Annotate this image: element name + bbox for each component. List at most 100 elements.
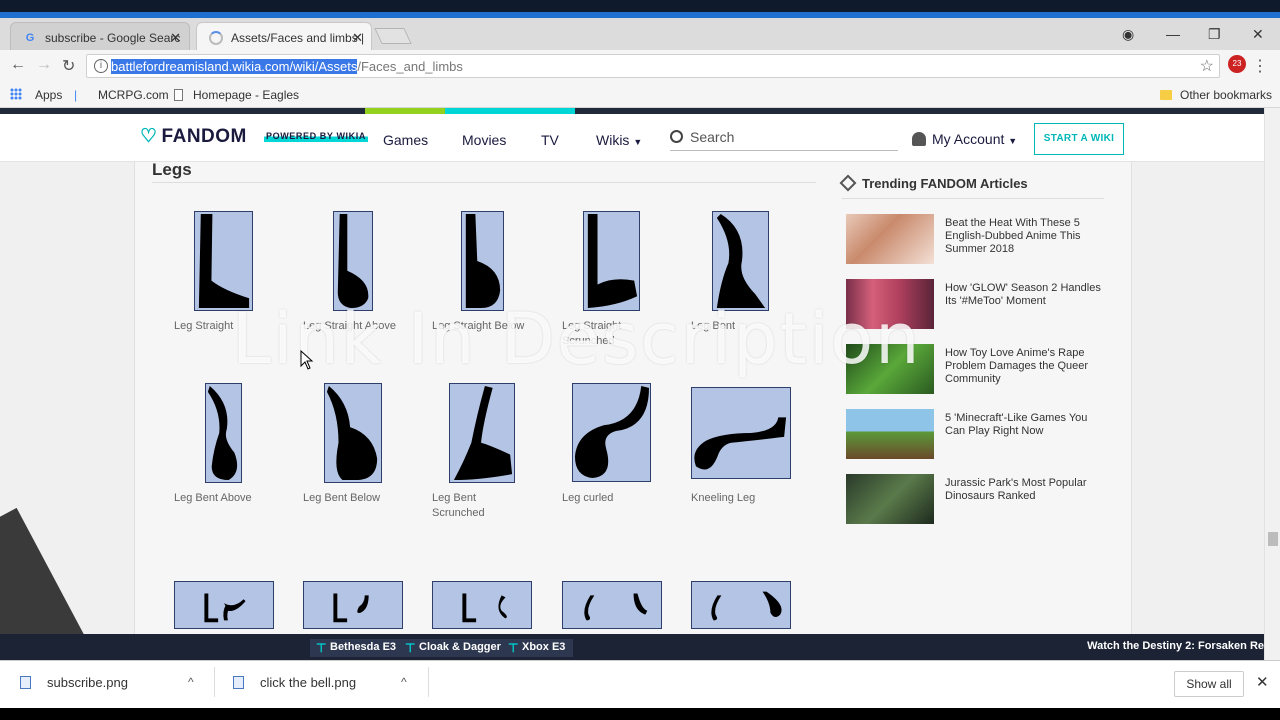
kneeling-leg-image[interactable] xyxy=(691,387,791,479)
leg-curled-image[interactable] xyxy=(572,383,651,482)
leg-bent-image[interactable] xyxy=(712,211,769,311)
start-a-wiki-button[interactable]: START A WIKI xyxy=(1034,123,1124,155)
section-title: Legs xyxy=(152,160,192,179)
leg-bent-above-image[interactable] xyxy=(205,383,242,483)
nav-wikis[interactable]: Wikis ▼ xyxy=(596,132,642,148)
url-rest-text: /Faces_and_limbs xyxy=(357,59,463,74)
search-input[interactable]: Search xyxy=(670,129,898,151)
kneeling-leg-caption: Kneeling Leg xyxy=(691,492,756,504)
hub-xbox-e3[interactable]: ⊤ Xbox E3 xyxy=(502,639,574,657)
close-window-icon[interactable]: ✕ xyxy=(1252,26,1264,43)
page-scrollbar[interactable] xyxy=(1264,108,1280,660)
hub-bethesda-e3[interactable]: ⊤ Bethesda E3 xyxy=(310,639,405,657)
leg-bent-above-caption: Leg Bent Above xyxy=(174,492,252,504)
trending-article-5-title[interactable]: Jurassic Park's Most Popular Dinosaurs R… xyxy=(945,477,1105,503)
page-icon xyxy=(174,89,183,101)
leg-straight-image[interactable] xyxy=(194,211,253,311)
new-tab-button[interactable] xyxy=(374,28,412,44)
bookmark-eagles-label: Homepage - Eagles xyxy=(193,88,300,102)
bookmark-mcrpg[interactable]: MCRPG.com xyxy=(98,88,169,102)
image-file-icon xyxy=(233,676,244,689)
profile-icon[interactable]: ◉ xyxy=(1122,26,1134,43)
close-downloads-icon[interactable]: ✕ xyxy=(1256,673,1269,691)
leg-pair-image-1[interactable] xyxy=(174,581,274,629)
leg-straight-below-image[interactable] xyxy=(461,211,504,311)
window-top-strip xyxy=(0,0,1280,18)
hub-cloak-dagger[interactable]: ⊤ Cloak & Dagger xyxy=(399,639,509,657)
apps-grid-icon xyxy=(10,88,22,100)
tv-icon: ⊤ xyxy=(316,641,327,655)
leg-pair-image-3[interactable] xyxy=(432,581,532,629)
trending-article-4-title[interactable]: 5 'Minecraft'-Like Games You Can Play Ri… xyxy=(945,412,1105,438)
tab-title: Assets/Faces and limbs | xyxy=(231,31,365,45)
fandom-hub-bar: ⊤ Bethesda E3 ⊤ Cloak & Dagger ⊤ Xbox E3 Wa… xyxy=(0,634,1264,660)
trending-article-1-image[interactable] xyxy=(846,214,934,264)
leg-bent-scrunched-image[interactable] xyxy=(449,383,515,483)
nav-movies[interactable]: Movies xyxy=(462,132,506,148)
close-tab-icon[interactable]: ✕ xyxy=(352,30,363,46)
close-tab-icon[interactable]: ✕ xyxy=(170,30,181,46)
minimize-icon[interactable]: — xyxy=(1166,26,1180,42)
leg-straight-caption: Leg Straight xyxy=(174,320,234,332)
bookmark-star-icon[interactable]: ☆ xyxy=(1200,56,1214,76)
fandom-logo[interactable]: ♡ FANDOM xyxy=(140,125,247,148)
tab-google-search[interactable]: G subscribe - Google Searc ✕ xyxy=(10,22,190,50)
back-icon[interactable]: ← xyxy=(10,56,26,74)
separator-icon: | xyxy=(74,88,78,102)
other-bookmarks[interactable]: Other bookmarks xyxy=(1160,88,1272,102)
video-overlay-text: Link In Description xyxy=(232,298,922,380)
bookmark-apps[interactable]: Apps xyxy=(35,88,62,102)
search-icon xyxy=(670,130,683,143)
info-icon[interactable]: i xyxy=(94,59,108,73)
leg-bent-below-caption: Leg Bent Below xyxy=(303,492,381,504)
page-viewport: ♡ FANDOM POWERED BY WIKIA Games Movies TV… xyxy=(0,108,1280,660)
my-account-menu[interactable]: My Account ▼ xyxy=(912,131,1017,147)
download-item-click-the-bell[interactable]: click the bell.png ^ xyxy=(233,675,407,690)
leg-pair-image-4[interactable] xyxy=(562,581,662,629)
show-all-button[interactable]: Show all xyxy=(1174,671,1244,697)
loading-icon xyxy=(209,31,223,45)
menu-icon[interactable]: ⋮ xyxy=(1252,56,1268,76)
leg-bent-below-image[interactable] xyxy=(324,383,382,483)
section-divider xyxy=(152,182,816,183)
user-icon xyxy=(912,132,926,146)
fandom-diamond-icon xyxy=(839,174,857,192)
scrollbar-thumb[interactable] xyxy=(1268,532,1278,546)
chevron-up-icon[interactable]: ^ xyxy=(401,675,407,689)
leg-straight-scrunched-image[interactable] xyxy=(583,211,640,311)
download-item-subscribe[interactable]: subscribe.png ^ xyxy=(20,675,194,690)
restore-icon[interactable]: ❐ xyxy=(1208,26,1221,43)
trending-divider xyxy=(842,198,1104,199)
fandom-heart-icon: ♡ xyxy=(140,126,158,147)
tv-icon: ⊤ xyxy=(405,641,416,655)
nav-games[interactable]: Games xyxy=(383,132,428,148)
leg-curled-caption: Leg curled xyxy=(562,492,614,504)
leg-bent-scrunched-caption: Leg Bent Scrunched xyxy=(432,492,485,519)
leg-straight-above-image[interactable] xyxy=(333,211,373,311)
trending-article-1-title[interactable]: Beat the Heat With These 5 English-Dubbe… xyxy=(945,217,1105,256)
trending-article-4-image[interactable] xyxy=(846,409,934,459)
chevron-up-icon[interactable]: ^ xyxy=(188,675,194,689)
powered-by-wikia: POWERED BY WIKIA xyxy=(264,130,368,142)
bottom-strip xyxy=(0,708,1280,720)
address-bar: ← → ↻ i battlefordreamisland.wikia.com/w… xyxy=(0,50,1280,82)
bookmark-eagles[interactable]: Homepage - Eagles xyxy=(174,88,299,102)
extension-badge[interactable]: 23 xyxy=(1228,55,1246,73)
reload-icon[interactable]: ↻ xyxy=(62,56,75,76)
tab-bar: G subscribe - Google Searc ✕ Assets/Face… xyxy=(0,18,1280,50)
trending-article-5-image[interactable] xyxy=(846,474,934,524)
trending-article-3-title[interactable]: How Toy Love Anime's Rape Problem Damage… xyxy=(945,347,1105,386)
leg-pair-image-5[interactable] xyxy=(691,581,791,629)
background-left xyxy=(0,162,134,660)
tab-assets[interactable]: Assets/Faces and limbs | ✕ xyxy=(196,22,372,50)
trending-title: Trending FANDOM Articles xyxy=(839,174,1028,192)
hub-promo-text[interactable]: Watch the Destiny 2: Forsaken Re xyxy=(1087,640,1264,652)
url-selected-text: battlefordreamisland.wikia.com/wiki/Asse… xyxy=(111,59,358,74)
nav-tv[interactable]: TV xyxy=(541,132,559,148)
forward-icon[interactable]: → xyxy=(36,56,52,74)
tv-icon: ⊤ xyxy=(508,641,519,655)
leg-pair-image-2[interactable] xyxy=(303,581,403,629)
url-input[interactable]: i battlefordreamisland.wikia.com/wiki/As… xyxy=(86,54,1220,78)
trending-article-2-title[interactable]: How 'GLOW' Season 2 Handles Its '#MeToo'… xyxy=(945,282,1105,308)
image-file-icon xyxy=(20,676,31,689)
